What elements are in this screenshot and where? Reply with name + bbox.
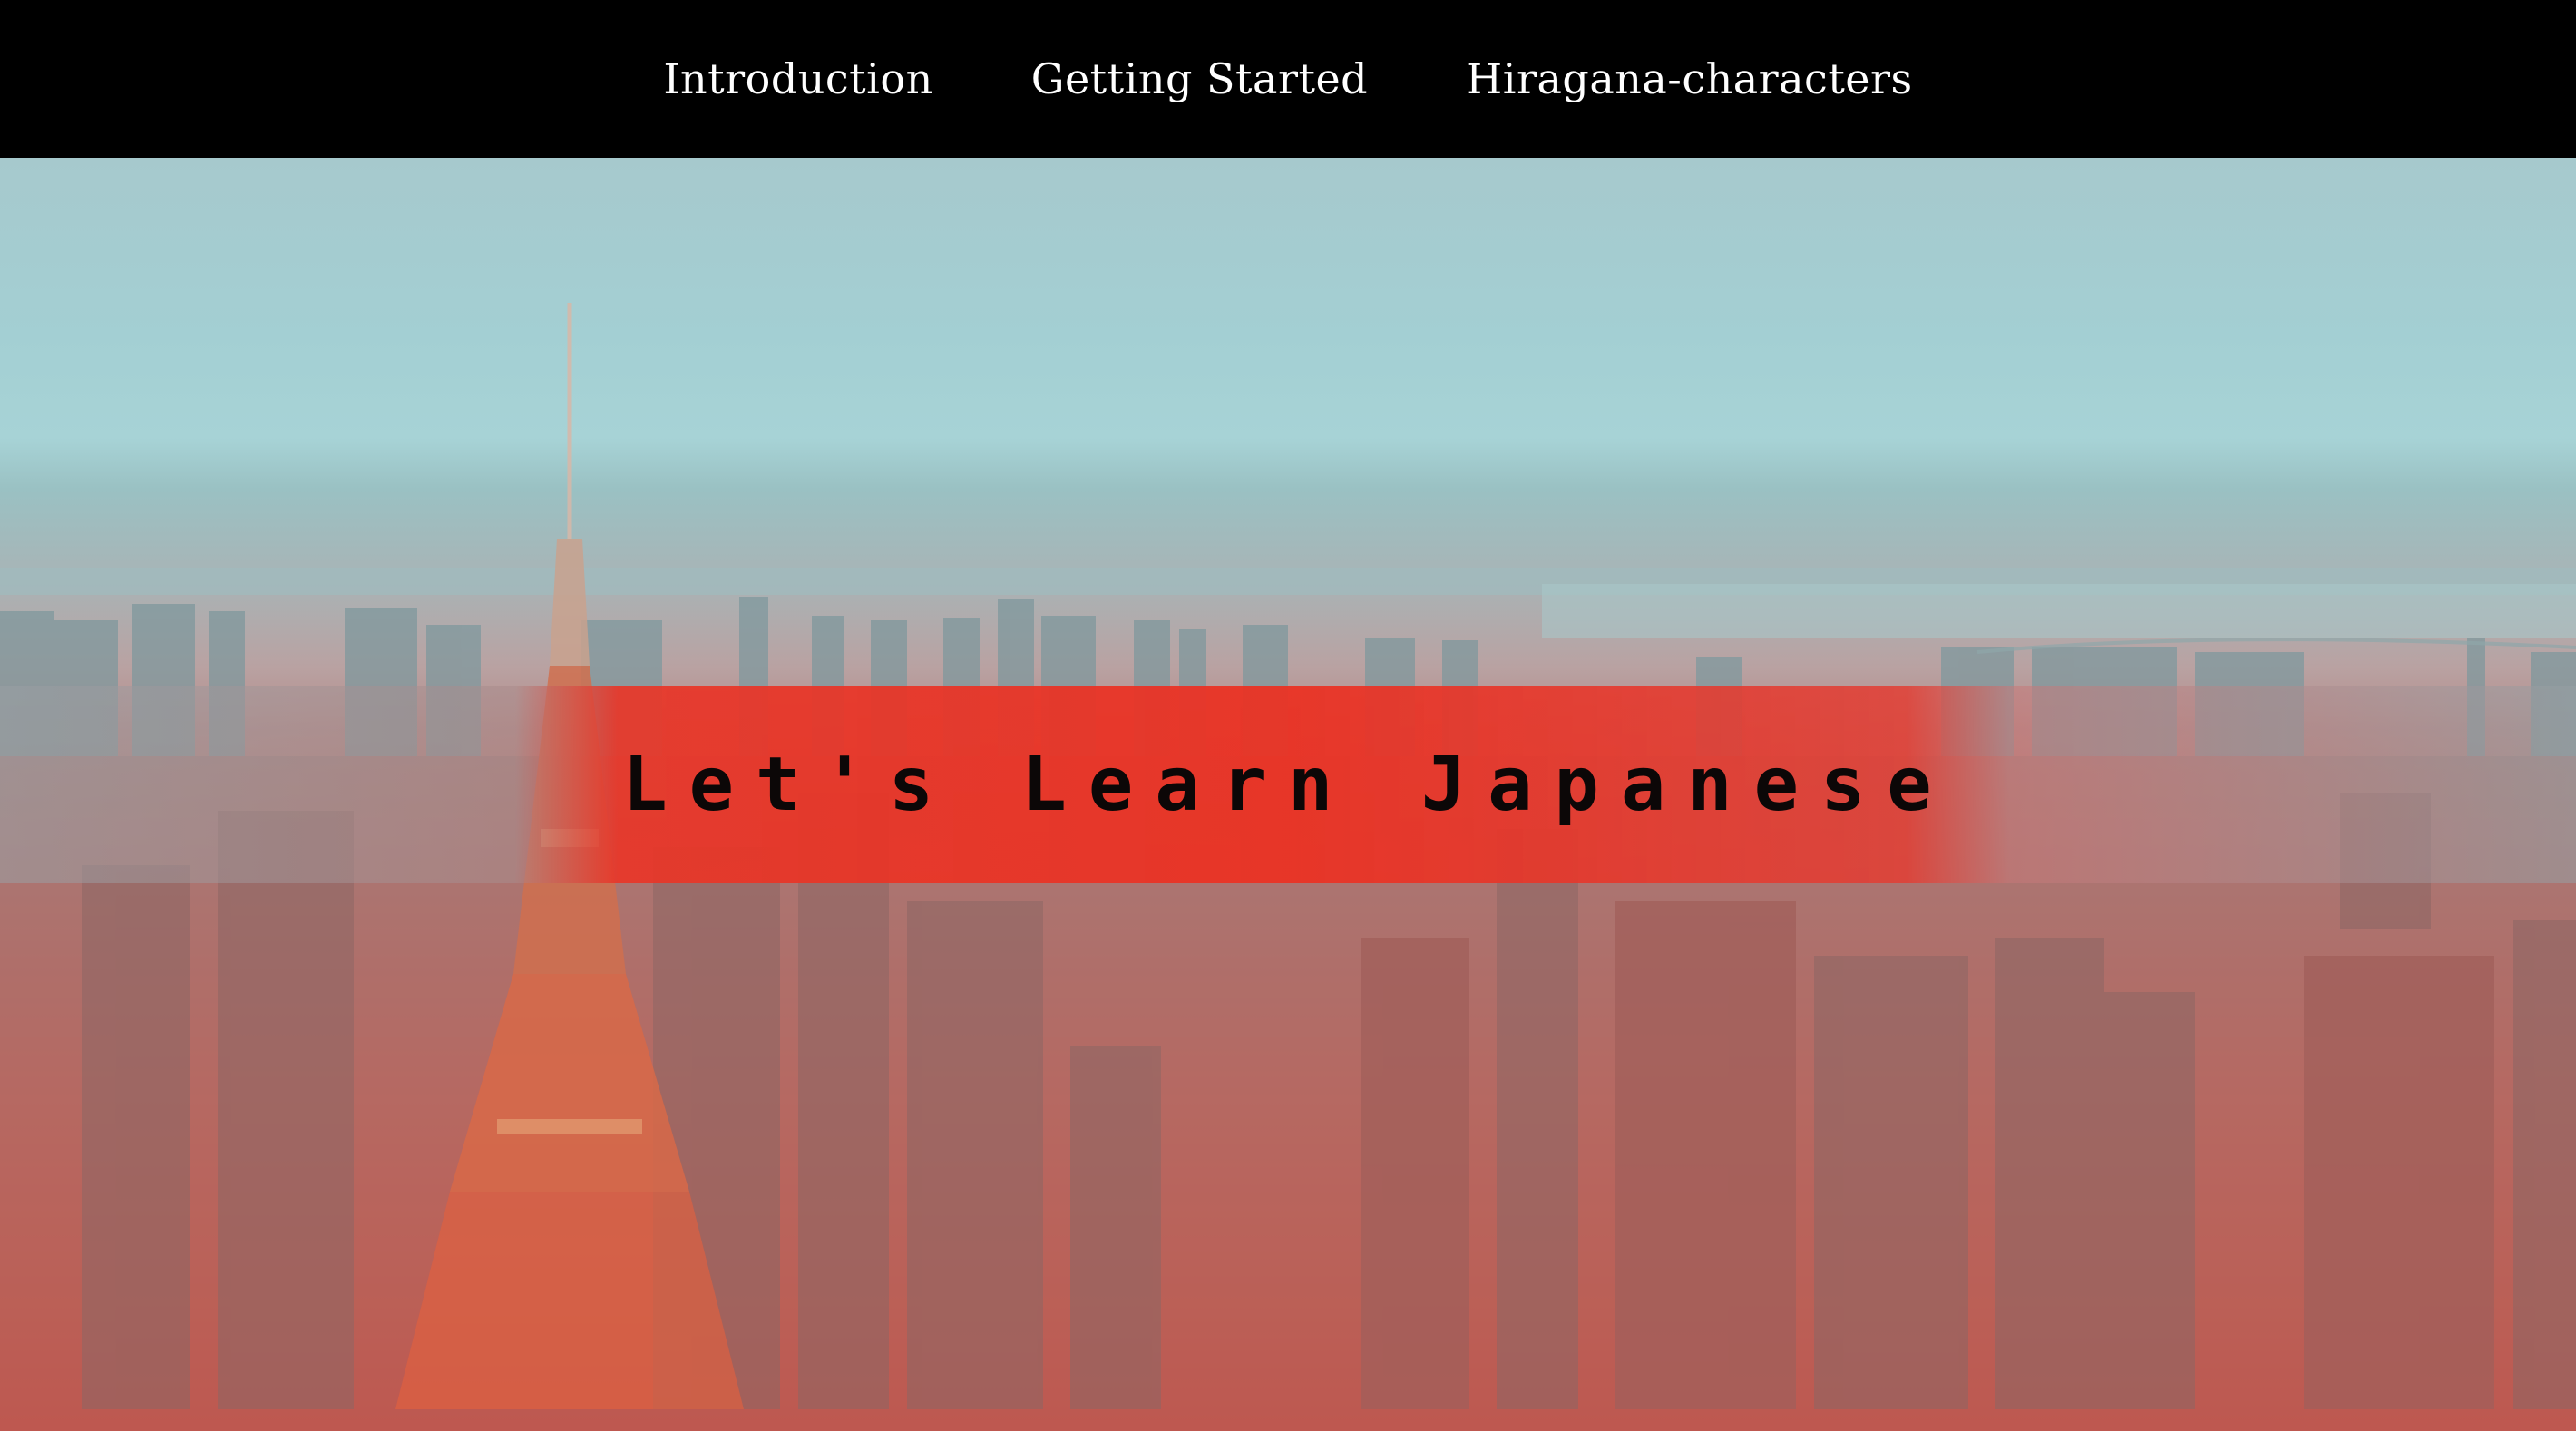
top-navigation: Introduction Getting Started Hiragana-ch…	[0, 0, 2576, 158]
title-banner: Let's Learn Japanese	[0, 686, 2576, 883]
nav-link-getting-started[interactable]: Getting Started	[1031, 58, 1368, 100]
page-title: Let's Learn Japanese	[622, 741, 1954, 828]
hero-section: Let's Learn Japanese	[0, 158, 2576, 1431]
nav-link-hiragana-characters[interactable]: Hiragana-characters	[1466, 58, 1913, 100]
nav-link-introduction[interactable]: Introduction	[663, 58, 932, 100]
